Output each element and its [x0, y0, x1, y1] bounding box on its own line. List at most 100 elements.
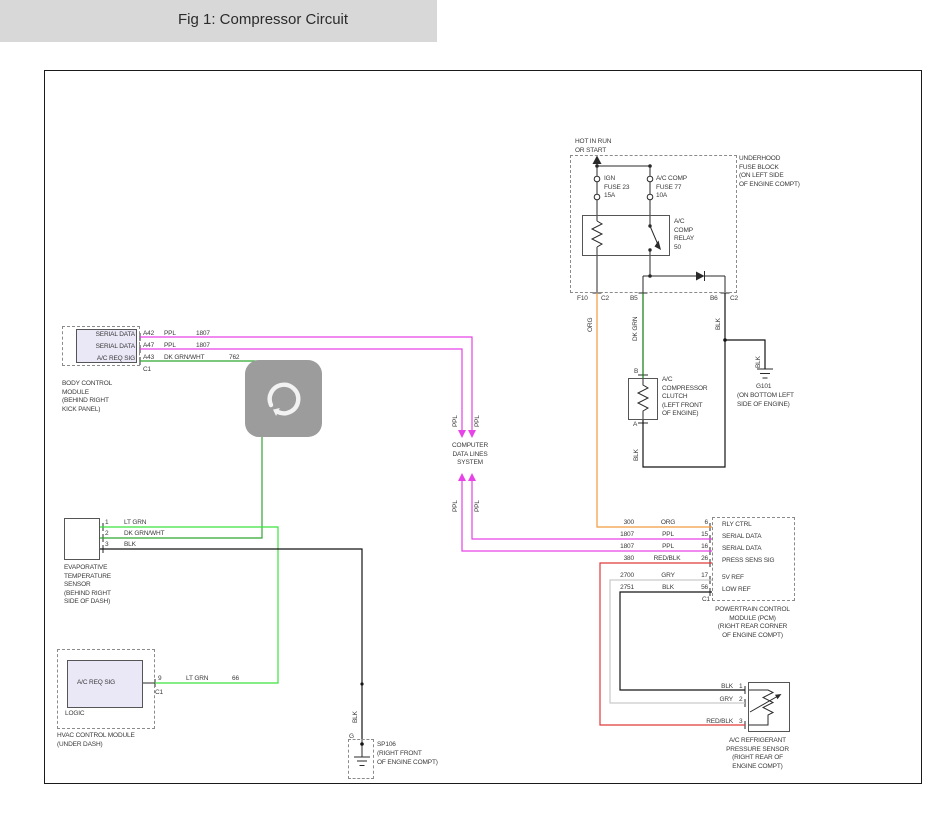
- bcm-signal: SERIAL DATA: [78, 331, 135, 340]
- pcm-circuit: 2700: [612, 572, 634, 581]
- hvac-name: HVAC CONTROL MODULE (UNDER DASH): [57, 732, 135, 749]
- pcm-signal: LOW REF: [722, 586, 751, 595]
- evap-pin: 3: [105, 541, 108, 550]
- wire-label-ppl: PPL: [474, 415, 482, 427]
- sensor-pin: 3: [739, 718, 742, 727]
- pcm-circuit: 2751: [612, 584, 634, 593]
- evap-sensor-box: [64, 518, 100, 560]
- hvac-connector: C1: [155, 689, 163, 698]
- wire-label-org: ORG: [587, 318, 595, 332]
- pcm-pin: 26: [696, 555, 708, 564]
- data-lines-arrow-icon: [468, 430, 476, 438]
- pcm-connector: C1: [702, 596, 710, 605]
- g101-name: (ON BOTTOM LEFT SIDE OF ENGINE): [737, 392, 794, 409]
- sp106-ground-label: G: [349, 733, 354, 742]
- sensor-wire-color: BLK: [690, 683, 733, 692]
- pcm-signal: 5V REF: [722, 574, 744, 583]
- bcm-pin: A43: [143, 354, 154, 363]
- loading-overlay: [245, 360, 322, 437]
- pcm-circuit: 300: [616, 519, 634, 528]
- evap-name: EVAPORATIVE TEMPERATURE SENSOR (BEHIND R…: [64, 564, 111, 607]
- wire-label-blk: BLK: [352, 711, 360, 723]
- hvac-logic: LOGIC: [65, 710, 84, 719]
- g101-label: G101: [756, 383, 771, 392]
- wire-dk-grn-wht: [100, 361, 262, 538]
- wire-label-ppl: PPL: [452, 500, 460, 512]
- evap-wire-color: DK GRN/WHT: [124, 530, 164, 539]
- hvac-pin: 9: [158, 675, 161, 684]
- pcm-circuit: 1807: [616, 543, 634, 552]
- sensor-wire-color: RED/BLK: [690, 718, 733, 727]
- bcm-wire-color: DK GRN/WHT: [164, 354, 204, 363]
- data-lines-label: COMPUTER DATA LINES SYSTEM: [441, 442, 499, 468]
- pcm-pin: 17: [696, 572, 708, 581]
- pressure-sensor-box: [748, 682, 790, 732]
- evap-pin: 2: [105, 530, 108, 539]
- sp106-label: SP106: [377, 741, 396, 750]
- wire-label-blk: BLK: [715, 318, 723, 330]
- pcm-pin: 16: [696, 543, 708, 552]
- clutch-terminal-b: B: [634, 368, 638, 377]
- wire-label-blk: BLK: [633, 449, 641, 461]
- connector-f10: F10: [577, 295, 588, 304]
- power-source-label: HOT IN RUN OR START: [575, 138, 611, 155]
- relay-label: A/C COMP RELAY 50: [674, 218, 694, 252]
- data-lines-arrow-icon: [468, 473, 476, 481]
- pressure-sensor-name: A/C REFRIGERANT PRESSURE SENSOR (RIGHT R…: [721, 737, 794, 771]
- pcm-name: POWERTRAIN CONTROL MODULE (PCM) (RIGHT R…: [710, 606, 795, 640]
- bcm-circuit: 1807: [196, 342, 210, 351]
- pcm-pin: 15: [696, 531, 708, 540]
- bcm-signal: SERIAL DATA: [78, 343, 135, 352]
- wire-label-dk-grn: DK GRN: [632, 317, 640, 341]
- clutch-box: [628, 378, 658, 420]
- bcm-circuit: 1807: [196, 330, 210, 339]
- connector-c2: C2: [730, 295, 738, 304]
- connector-b6: B6: [710, 295, 718, 304]
- loading-spinner-icon: [262, 377, 306, 421]
- bcm-pin: A42: [143, 330, 154, 339]
- fuse2-label: A/C COMP FUSE 77 10A: [656, 175, 687, 201]
- bcm-connector: C1: [143, 366, 151, 375]
- fuse-block-name: UNDERHOOD FUSE BLOCK (ON LEFT SIDE OF EN…: [739, 155, 800, 189]
- pcm-signal: RLY CTRL: [722, 521, 752, 530]
- connector-b5: B5: [630, 295, 638, 304]
- pcm-circuit: 1807: [616, 531, 634, 540]
- pcm-wire-color: BLK: [652, 584, 684, 593]
- sp106-box: [348, 739, 374, 779]
- pcm-wire-color: PPL: [652, 543, 684, 552]
- pcm-signal: PRESS SENS SIG: [722, 557, 774, 566]
- ac-comp-relay-box: [582, 215, 670, 256]
- wire-label-ppl: PPL: [474, 500, 482, 512]
- pcm-pin: 6: [696, 519, 708, 528]
- bcm-pin: A47: [143, 342, 154, 351]
- evap-wire-color: BLK: [124, 541, 136, 550]
- hvac-signal: A/C REQ SIG: [77, 679, 115, 688]
- bcm-wire-color: PPL: [164, 342, 176, 351]
- pcm-circuit: 380: [616, 555, 634, 564]
- pcm-wire-color: RED/BLK: [648, 555, 686, 564]
- wire-label-ppl: PPL: [452, 415, 460, 427]
- evap-wire-color: LT GRN: [124, 519, 146, 528]
- g101-ground-icon: [757, 369, 773, 378]
- pcm-signal: SERIAL DATA: [722, 533, 761, 542]
- connector-c2: C2: [601, 295, 609, 304]
- bcm-signal: A/C REQ SIG: [78, 355, 135, 364]
- pcm-pin: 56: [696, 584, 708, 593]
- data-lines-arrow-icon: [458, 430, 466, 438]
- hvac-wire-color: LT GRN: [186, 675, 208, 684]
- hvac-circuit: 66: [232, 675, 239, 684]
- clutch-terminal-a: A: [633, 421, 637, 430]
- pcm-wire-color: ORG: [652, 519, 684, 528]
- fuse1-label: IGN FUSE 23 15A: [604, 175, 629, 201]
- ground-icons: [354, 369, 773, 766]
- evap-pin: 1: [105, 519, 108, 528]
- bcm-wire-color: PPL: [164, 330, 176, 339]
- bcm-circuit: 762: [229, 354, 239, 363]
- pcm-signal: SERIAL DATA: [722, 545, 761, 554]
- wire-label-blk: BLK: [755, 356, 763, 368]
- sp106-name: (RIGHT FRONT OF ENGINE COMPT): [377, 750, 438, 767]
- bcm-name: BODY CONTROL MODULE (BEHIND RIGHT KICK P…: [62, 380, 112, 414]
- pcm-wire-color: GRY: [652, 572, 684, 581]
- clutch-name: A/C COMPRESSOR CLUTCH (LEFT FRONT OF ENG…: [662, 376, 707, 419]
- pcm-wire-color: PPL: [652, 531, 684, 540]
